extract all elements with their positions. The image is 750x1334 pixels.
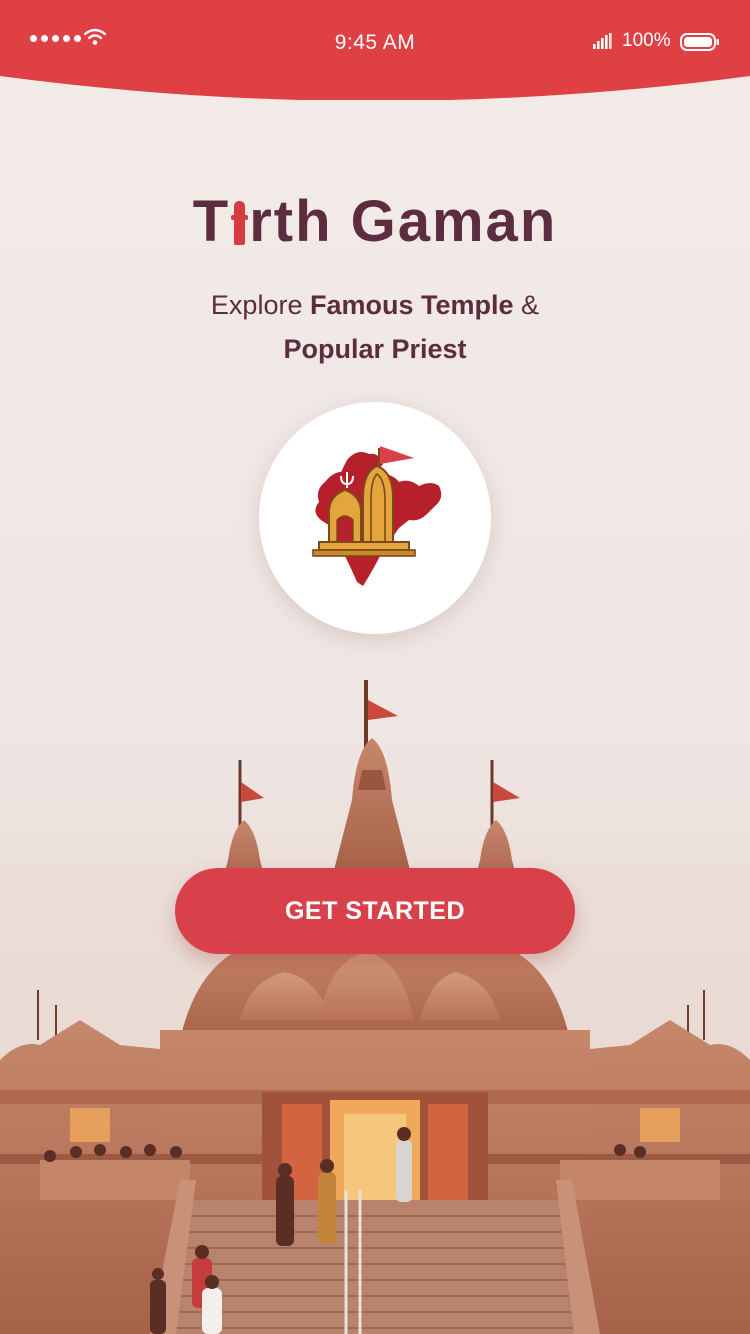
cellular-signal-icon [593, 33, 612, 49]
app-title-suffix: rth Gaman [249, 189, 558, 254]
tagline-line-2: Popular Priest [0, 334, 750, 365]
app-logo [259, 402, 491, 634]
tagline-explore: Explore [210, 290, 303, 320]
app-title: Trth Gaman [0, 190, 750, 254]
welcome-screen: 9:45 AM 100% Trth Gaman Explore Famous T… [0, 0, 750, 1334]
temple-background-image [0, 680, 750, 1334]
status-bar: 9:45 AM 100% [0, 0, 750, 100]
tagline-ampersand: & [521, 290, 540, 320]
tagline-famous-temple: Famous Temple [309, 290, 514, 320]
tagline-popular-priest: Popular Priest [283, 334, 467, 364]
get-started-button[interactable]: GET STARTED [175, 868, 575, 954]
battery-percent: 100% [622, 30, 671, 51]
app-title-prefix: T [192, 189, 231, 254]
india-map-temple-logo [312, 446, 442, 586]
battery-icon [680, 33, 719, 51]
tagline-line-1: Explore Famous Temple & [0, 290, 750, 321]
tilak-icon [231, 201, 249, 245]
